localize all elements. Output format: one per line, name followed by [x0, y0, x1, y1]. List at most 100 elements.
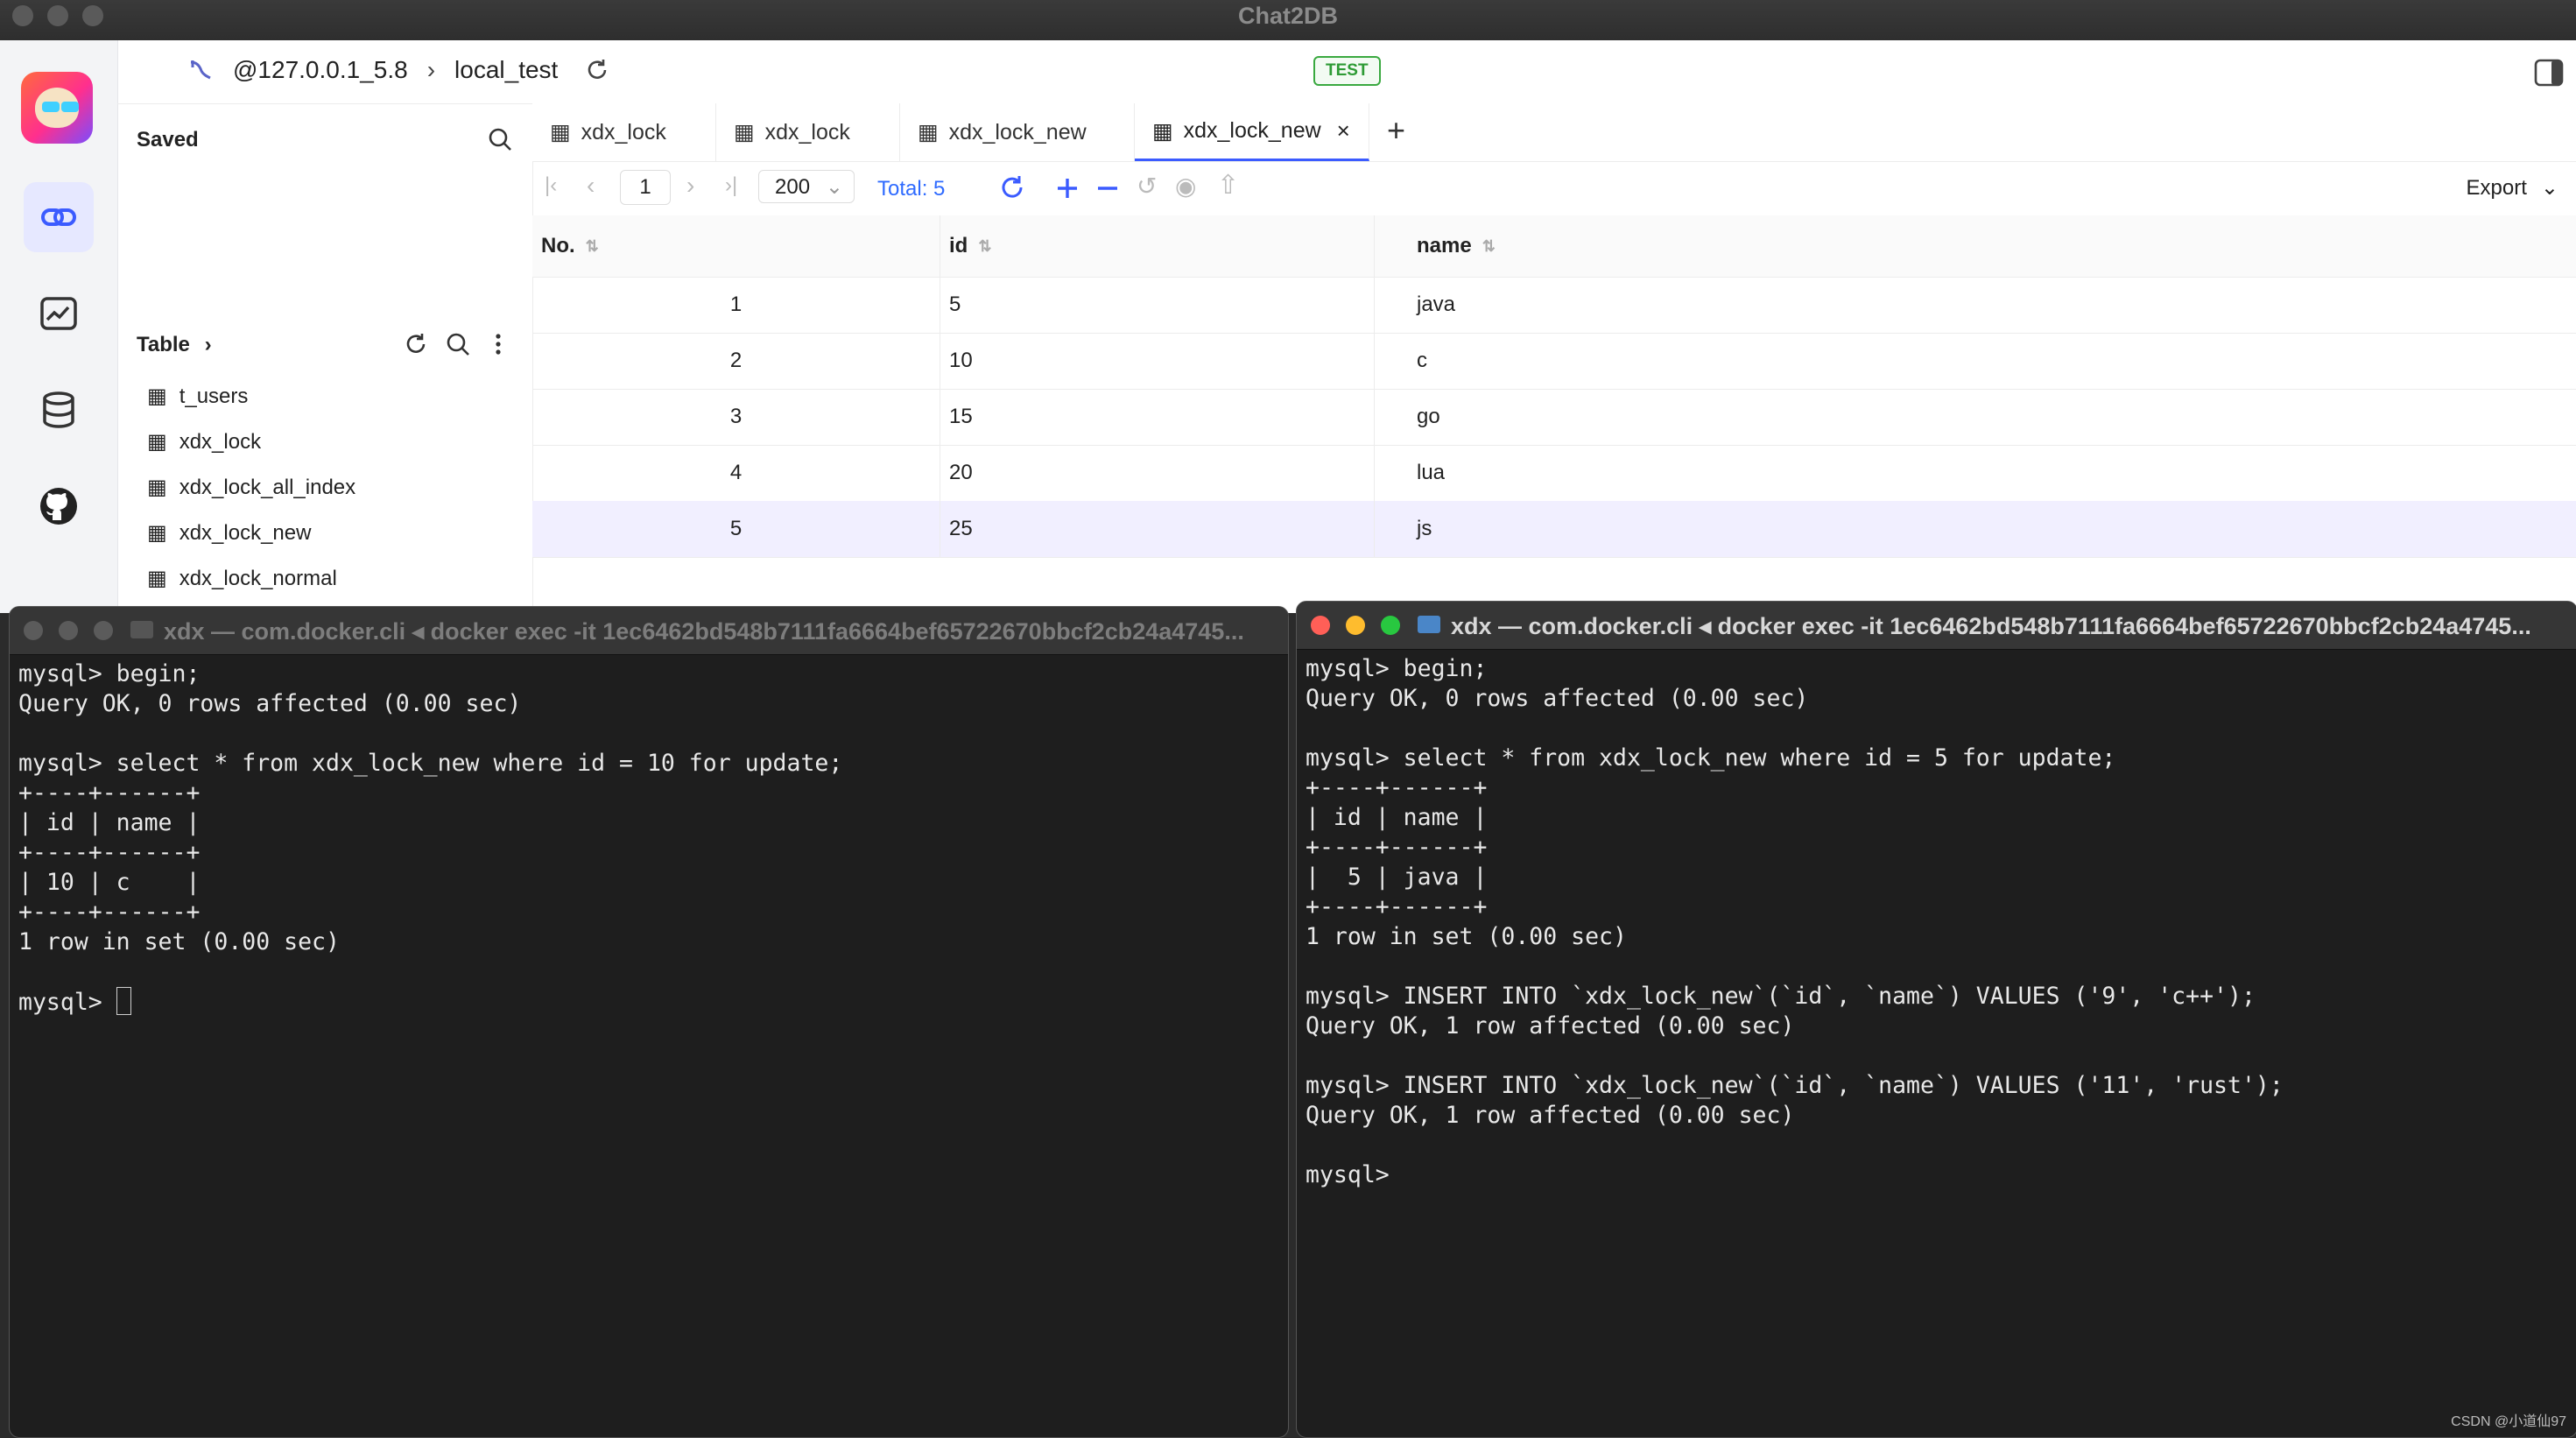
close-window-button[interactable]: [24, 621, 43, 640]
sidebar-toggle-icon[interactable]: [2534, 58, 2564, 88]
add-row-icon[interactable]: [1054, 175, 1080, 201]
terminal-line: mysql> begin;: [1306, 655, 1488, 682]
terminal-line: | 10 | c |: [18, 869, 201, 896]
id-cell[interactable]: 25: [940, 501, 1375, 557]
undo-icon[interactable]: ↺: [1137, 172, 1157, 201]
terminal-prompt: mysql>: [18, 989, 116, 1016]
refresh-icon[interactable]: [403, 331, 429, 357]
sort-icon[interactable]: ⇅: [978, 237, 991, 256]
terminal-line: +----+------+: [1306, 893, 1488, 920]
export-button[interactable]: Export ⌄: [2467, 175, 2558, 201]
terminal-line: +----+------+: [18, 839, 201, 866]
tab-label: xdx_lock_new: [1183, 118, 1321, 143]
column-header-id[interactable]: id ⇅: [940, 215, 1375, 277]
preview-icon[interactable]: ◉: [1175, 172, 1196, 201]
database-name[interactable]: local_test: [454, 56, 558, 84]
submit-icon[interactable]: ⇧: [1217, 170, 1239, 201]
name-cell[interactable]: js: [1375, 501, 2576, 557]
add-tab-button[interactable]: +: [1387, 112, 1405, 149]
window-title: Chat2DB: [1237, 3, 1338, 29]
database-nav-button[interactable]: [24, 375, 94, 445]
search-icon[interactable]: [487, 126, 513, 152]
table-row[interactable]: 4 20 lua: [532, 445, 2576, 502]
id-cell[interactable]: 20: [940, 445, 1375, 501]
prev-page-icon[interactable]: ‹: [587, 172, 595, 200]
watermark-text: CSDN @小道仙97: [2451, 1414, 2566, 1429]
tab-xdx-lock[interactable]: ▦ xdx_lock: [716, 103, 900, 161]
row-number-cell: 4: [532, 445, 940, 501]
row-number-cell: 5: [532, 501, 940, 557]
grid-header: No. ⇅ id ⇅ name ⇅: [532, 215, 2576, 278]
zoom-window-button[interactable]: [1381, 616, 1400, 635]
chart-icon: [40, 297, 77, 330]
column-header-no[interactable]: No. ⇅: [532, 215, 940, 277]
refresh-icon[interactable]: [998, 173, 1026, 201]
chat2db-app: @127.0.0.1_5.8 › local_test TEST Saved T…: [0, 40, 2576, 613]
table-row-selected[interactable]: 5 25 js: [532, 501, 2576, 558]
table-row[interactable]: 1 5 java: [532, 277, 2576, 334]
table-row[interactable]: 3 15 go: [532, 389, 2576, 446]
name-cell[interactable]: lua: [1375, 445, 2576, 501]
nav-rail: [0, 40, 118, 613]
terminal-window-left[interactable]: xdx — com.docker.cli ◂ docker exec -it 1…: [9, 606, 1289, 1438]
chevron-right-icon: ›: [426, 56, 436, 83]
zoom-window-button[interactable]: [94, 621, 113, 640]
refresh-icon[interactable]: [584, 57, 610, 83]
table-row[interactable]: 2 10 c: [532, 333, 2576, 390]
chevron-down-icon: ⌄: [2540, 176, 2558, 200]
column-header-name[interactable]: name ⇅: [1375, 215, 2576, 277]
id-cell[interactable]: 15: [940, 389, 1375, 445]
terminal-title: xdx — com.docker.cli ◂ docker exec -it 1…: [164, 618, 1244, 645]
name-cell[interactable]: c: [1375, 333, 2576, 389]
connection-header: @127.0.0.1_5.8 › local_test TEST: [117, 40, 2576, 104]
terminal-line: Query OK, 0 rows affected (0.00 sec): [1306, 685, 1809, 712]
minimize-window-button[interactable]: [59, 621, 78, 640]
table-section-title[interactable]: Table ›: [137, 333, 212, 357]
explorer-panel: Saved Table › ▦ t_users ▦ xdx_lock ▦ xdx_lo…: [117, 103, 533, 613]
terminal-cursor: [116, 987, 131, 1015]
table-item[interactable]: ▦ xdx_lock_new: [147, 520, 311, 546]
tab-xdx-lock-new[interactable]: ▦ xdx_lock_new: [900, 103, 1135, 161]
close-icon[interactable]: ×: [1337, 117, 1350, 145]
terminal-line: mysql> INSERT INTO `xdx_lock_new`(`id`, …: [1306, 983, 2256, 1010]
terminal-line: | id | name |: [18, 809, 201, 836]
first-page-icon[interactable]: |‹: [545, 173, 557, 198]
terminal-line: | id | name |: [1306, 804, 1488, 831]
next-page-icon[interactable]: ›: [686, 172, 694, 200]
dashboard-nav-button[interactable]: [24, 278, 94, 349]
id-cell[interactable]: 5: [940, 277, 1375, 333]
github-nav-button[interactable]: [24, 471, 94, 541]
table-item[interactable]: ▦ xdx_lock_normal: [147, 566, 337, 591]
sort-icon[interactable]: ⇅: [1482, 237, 1496, 256]
tab-xdx-lock-new-active[interactable]: ▦ xdx_lock_new ×: [1135, 103, 1369, 161]
terminal-window-right[interactable]: xdx — com.docker.cli ◂ docker exec -it 1…: [1296, 601, 2576, 1438]
more-vertical-icon[interactable]: [485, 331, 511, 357]
table-item[interactable]: ▦ xdx_lock: [147, 429, 261, 455]
connection-name[interactable]: @127.0.0.1_5.8: [233, 56, 408, 84]
table-icon: ▦: [1152, 118, 1173, 144]
minimize-window-button[interactable]: [1346, 616, 1365, 635]
mysql-dolphin-icon: [190, 60, 211, 80]
table-item[interactable]: ▦ t_users: [147, 384, 248, 409]
table-item-label: xdx_lock_normal: [179, 566, 337, 590]
name-cell[interactable]: go: [1375, 389, 2576, 445]
table-item-label: xdx_lock_all_index: [179, 475, 356, 499]
column-label: No.: [541, 234, 575, 257]
app-logo: [21, 72, 93, 144]
connections-nav-button[interactable]: [24, 182, 94, 252]
total-count: Total: 5: [877, 177, 945, 201]
editor-tabs: ▦ xdx_lock ▦ xdx_lock ▦ xdx_lock_new ▦ xdx_l…: [532, 103, 2576, 162]
page-size-select[interactable]: 200 ⌄: [758, 170, 855, 203]
id-cell[interactable]: 10: [940, 333, 1375, 389]
terminal-line: mysql> begin;: [18, 660, 201, 687]
page-number-input[interactable]: 1: [620, 170, 671, 205]
database-icon: [43, 391, 74, 428]
sort-icon[interactable]: ⇅: [586, 237, 599, 256]
name-cell[interactable]: java: [1375, 277, 2576, 333]
table-item[interactable]: ▦ xdx_lock_all_index: [147, 475, 355, 500]
tab-xdx-lock[interactable]: ▦ xdx_lock: [532, 103, 716, 161]
search-icon[interactable]: [445, 331, 471, 357]
last-page-icon[interactable]: ›|: [725, 173, 737, 198]
delete-row-icon[interactable]: [1094, 175, 1121, 201]
close-window-button[interactable]: [1311, 616, 1330, 635]
